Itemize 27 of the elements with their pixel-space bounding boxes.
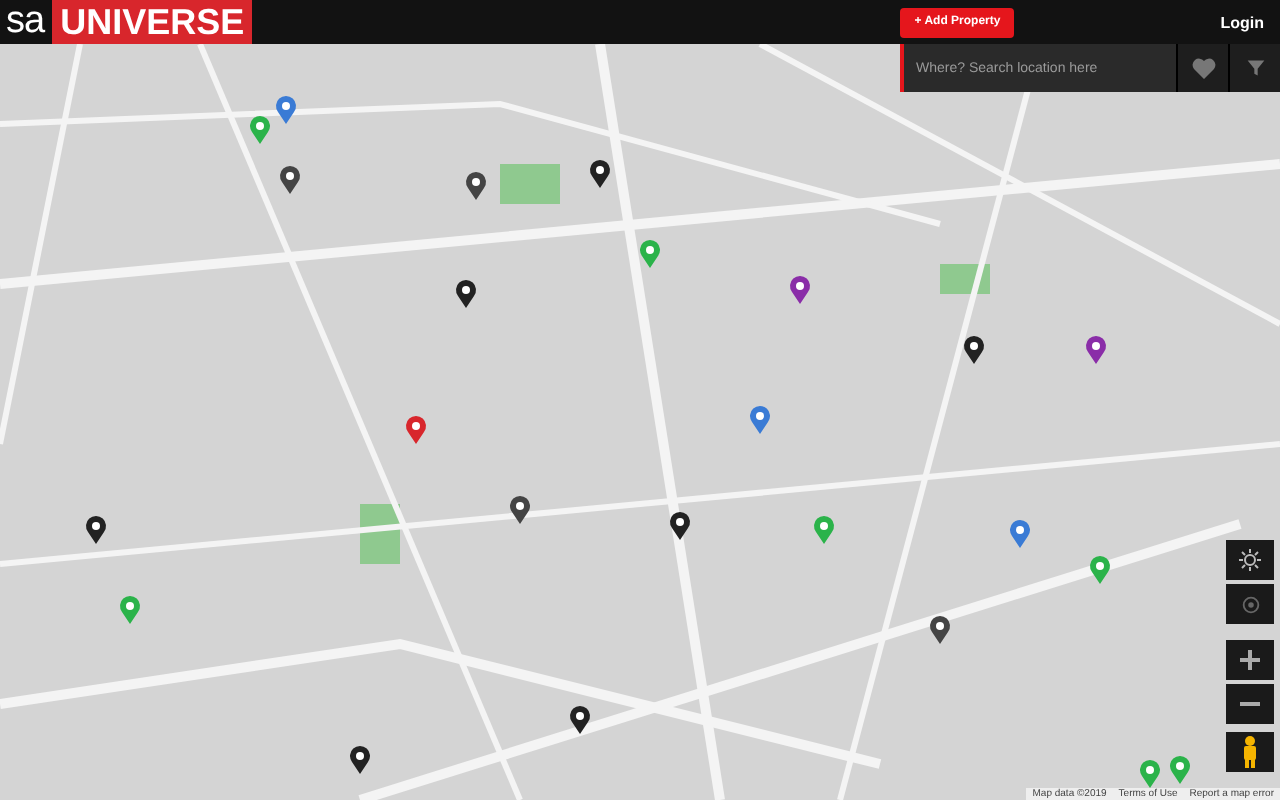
street-view-button[interactable] <box>1226 732 1274 772</box>
map-pin-icon[interactable] <box>280 166 300 194</box>
park-area <box>500 164 560 204</box>
heart-icon <box>1191 57 1215 79</box>
brightness-button[interactable] <box>1226 540 1274 580</box>
map-pin-icon[interactable] <box>456 280 476 308</box>
map-pin-icon[interactable] <box>466 172 486 200</box>
map-pin-icon[interactable] <box>350 746 370 774</box>
target-icon <box>1239 593 1261 615</box>
map-pin-icon[interactable] <box>790 276 810 304</box>
plus-icon <box>1240 650 1260 670</box>
map-pin-icon[interactable] <box>964 336 984 364</box>
logo-prefix: sa <box>4 0 47 44</box>
login-link[interactable]: Login <box>1220 13 1264 31</box>
map-pin-icon[interactable] <box>930 616 950 644</box>
map-pin-icon[interactable] <box>570 706 590 734</box>
map-pin-icon[interactable] <box>510 496 530 524</box>
map-pin-icon[interactable] <box>86 516 106 544</box>
zoom-in-button[interactable] <box>1226 640 1274 680</box>
map-pin-icon[interactable] <box>670 512 690 540</box>
sun-icon <box>1238 548 1262 572</box>
zoom-out-button[interactable] <box>1226 684 1274 724</box>
filter-icon <box>1245 58 1265 78</box>
logo-name: UNIVERSE <box>52 0 253 44</box>
person-icon <box>1242 736 1258 768</box>
map-pin-icon[interactable] <box>590 160 610 188</box>
map-pin-icon[interactable] <box>1086 336 1106 364</box>
